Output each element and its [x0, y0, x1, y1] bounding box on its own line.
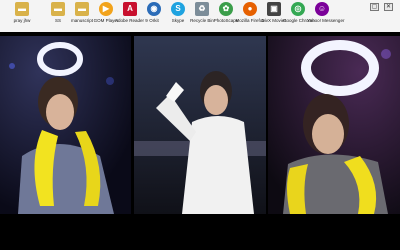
wallpaper-photo-middle	[134, 36, 266, 214]
desktop-icon-recycle-bin[interactable]: ♻ Recycle Bin	[190, 1, 214, 30]
desktop-icon-label: pray jhw	[13, 18, 31, 23]
desktop-icon-pray-jhw[interactable]: ▬ pray jhw	[10, 1, 34, 30]
wallpaper-photo-left-art	[0, 36, 131, 214]
restore-icon[interactable]: ▢	[370, 3, 379, 11]
desktop-icon-chrome[interactable]: ◎ Google Chrome	[283, 1, 315, 30]
desktop-icon-photoscape[interactable]: ✿ PhotoScape	[214, 1, 238, 30]
wallpaper-photo-right	[268, 36, 400, 214]
photoscape-icon: ✿	[219, 2, 233, 16]
desktop: ▬ pray jhw ▬ SS ▬ manuscript ▶ GOM Playe…	[0, 0, 400, 250]
divx-icon: ▣	[267, 2, 281, 16]
recycle-bin-icon: ♻	[195, 2, 209, 16]
orkit-icon: ◉	[147, 2, 161, 16]
folder-icon: ▬	[75, 2, 89, 16]
adobe-reader-icon: A	[123, 2, 137, 16]
close-icon[interactable]: ✕	[384, 3, 393, 11]
firefox-icon: ●	[243, 2, 257, 16]
wallpaper-photo-right-art	[268, 36, 400, 214]
chrome-icon: ◎	[291, 2, 305, 16]
wallpaper-photo-left	[0, 36, 131, 214]
wallpaper-photo-middle-art	[134, 36, 266, 214]
desktop-icon-divx[interactable]: ▣ DivX Movies	[261, 1, 287, 30]
desktop-icon-manuscript[interactable]: ▬ manuscript	[70, 1, 94, 30]
gom-player-icon: ▶	[99, 2, 113, 16]
skype-icon: S	[171, 2, 185, 16]
desktop-icon-ss[interactable]: ▬ SS	[46, 1, 70, 30]
desktop-icon-gom-player[interactable]: ▶ GOM Player	[94, 1, 118, 30]
desktop-icon-label: Yahoo! Messenger	[307, 18, 345, 23]
desktop-icon-orkit[interactable]: ◉ Orkit	[142, 1, 166, 30]
folder-icon: ▬	[15, 2, 29, 16]
desktop-icon-skype[interactable]: S Skype	[166, 1, 190, 30]
desktop-icon-firefox[interactable]: ● Mozilla Firefox	[235, 1, 265, 30]
yahoo-messenger-icon: ☺	[315, 2, 329, 16]
desktop-icon-adobe-reader[interactable]: A Adobe Reader 9	[115, 1, 148, 30]
desktop-icon-yahoo-messenger[interactable]: ☺ Yahoo! Messenger	[307, 1, 345, 30]
folder-icon: ▬	[51, 2, 65, 16]
desktop-icon-row: ▬ pray jhw ▬ SS ▬ manuscript ▶ GOM Playe…	[0, 0, 400, 32]
